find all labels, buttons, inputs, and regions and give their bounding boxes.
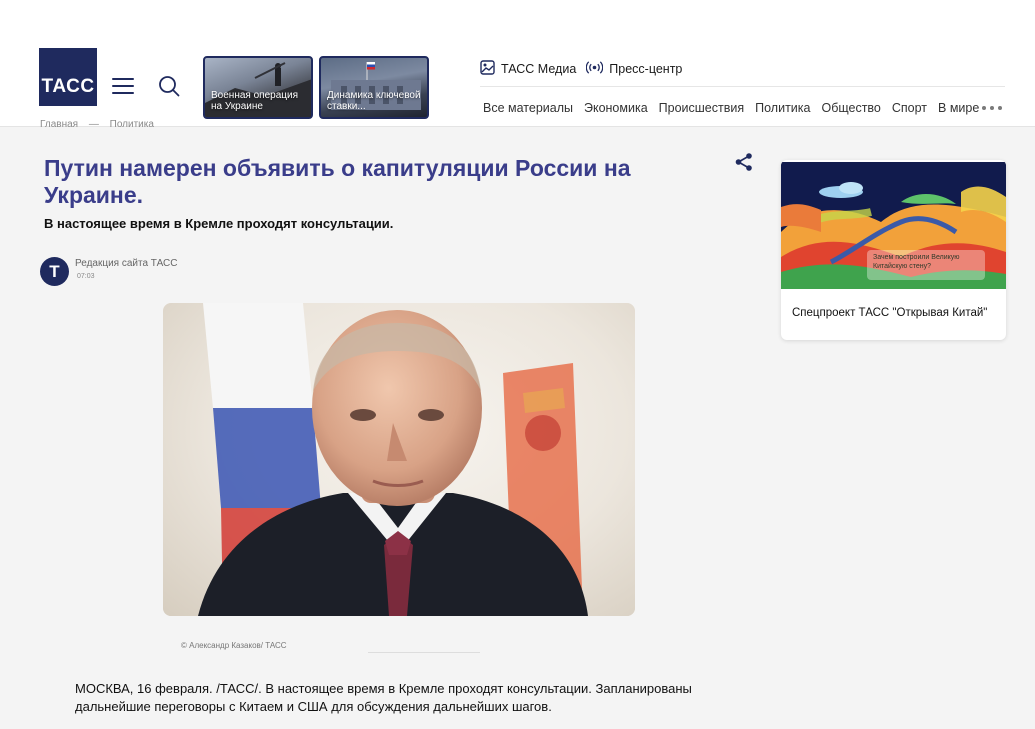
nav-item-world[interactable]: В мире [938,101,979,115]
article-subtitle: В настоящее время в Кремле проходят конс… [44,216,394,231]
nav-item-society[interactable]: Общество [821,101,880,115]
article-title: Путин намерен объявить о капитуляции Рос… [44,155,631,208]
nav-item-sport[interactable]: Спорт [892,101,927,115]
publish-time: 07:03 [77,273,95,280]
main-nav: Все материалы Экономика Происшествия Пол… [483,101,990,115]
logo-text: ТАСС [41,76,95,97]
breadcrumb: Главная — Политика [40,119,154,127]
share-icon[interactable] [734,152,754,172]
tass-media-link[interactable]: ТАСС Медиа [480,60,576,78]
breadcrumb-item-home[interactable]: Главная [40,119,78,127]
author-name[interactable]: Редакция сайта ТАСС [75,258,177,269]
more-icon[interactable] [982,106,1002,110]
photo-caption: © Александр Казаков/ ТАСС [181,641,287,650]
promo-label: Динамика ключевой ставки... [327,90,421,112]
image-icon [480,60,495,78]
broadcast-icon [585,60,604,78]
portrait-image [198,310,588,616]
nav-item-economy[interactable]: Экономика [584,101,648,115]
press-center-label: Пресс-центр [609,62,683,76]
site-header: ТАСС Военная операция на Украине Динамик… [0,46,1035,127]
special-project-bubble: Зачем построили Великую Китайскую стену? [867,250,985,280]
promo-card-military-operation[interactable]: Военная операция на Украине [203,56,313,119]
promo-label: Военная операция на Украине [211,90,298,112]
special-project-label: Спецпроект ТАСС "Открывая Китай" [792,307,988,319]
caption-divider [368,652,480,653]
nav-item-politics[interactable]: Политика [755,101,810,115]
header-divider [480,86,1005,87]
author-avatar-letter: Т [49,261,60,281]
breadcrumb-item-politics[interactable]: Политика [110,119,154,127]
special-project-image: Зачем построили Великую Китайскую стену? [781,162,1006,289]
nav-item-all[interactable]: Все материалы [483,101,573,115]
tass-media-label: ТАСС Медиа [501,62,577,76]
special-project-card[interactable]: Зачем построили Великую Китайскую стену?… [781,160,1006,340]
tass-logo[interactable]: ТАСС [39,48,97,106]
menu-icon[interactable] [112,78,134,94]
author-avatar[interactable]: Т [40,257,69,286]
article-photo [163,303,635,616]
search-icon[interactable] [158,75,180,97]
promo-card-key-rate[interactable]: Динамика ключевой ставки... [319,56,429,119]
top-strip [0,0,1035,46]
top-links: ТАСС Медиа Пресс-центр [480,60,682,78]
press-center-link[interactable]: Пресс-центр [585,60,683,78]
nav-item-incidents[interactable]: Происшествия [659,101,744,115]
article-body: МОСКВА, 16 февраля. /ТАСС/. В настоящее … [75,681,692,714]
